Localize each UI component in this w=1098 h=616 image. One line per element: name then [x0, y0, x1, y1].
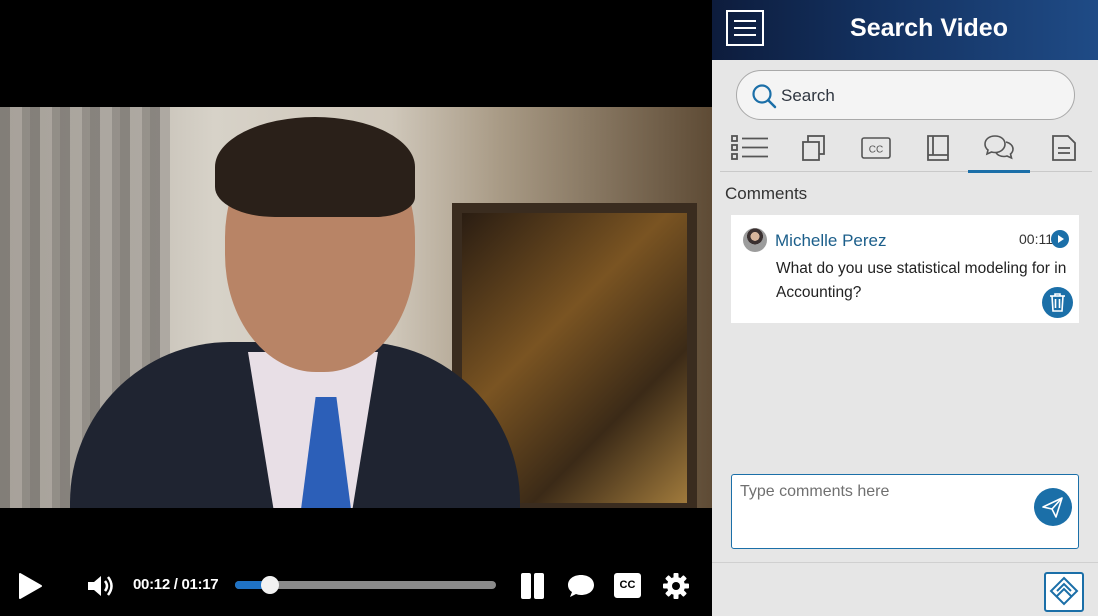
time-readout: 00:12 / 01:17 [133, 576, 219, 593]
comment-play-button[interactable] [1051, 230, 1069, 248]
video-speaker-hair [215, 117, 415, 217]
svg-text:CC: CC [869, 145, 883, 156]
panel-title: Search Video [850, 14, 1008, 42]
captions-button[interactable]: CC [614, 573, 641, 598]
send-comment-button[interactable] [1034, 488, 1072, 526]
comment-card: Michelle Perez 00:11 What do you use sta… [731, 215, 1079, 323]
list-icon [731, 135, 768, 160]
split-view-button[interactable] [520, 572, 546, 600]
panel-footer [712, 562, 1098, 616]
panel-tabs: CC [720, 128, 1092, 173]
brand-logo[interactable] [1044, 572, 1084, 612]
comment-icon [568, 575, 594, 597]
document-icon [1052, 135, 1076, 161]
gear-icon [663, 573, 689, 599]
play-button[interactable] [16, 571, 44, 601]
comments-icon [984, 135, 1014, 160]
send-icon [1042, 497, 1063, 518]
copy-icon [802, 135, 825, 161]
search-input[interactable] [781, 83, 1051, 109]
menu-button[interactable] [726, 10, 764, 46]
book-icon [927, 135, 949, 161]
comment-text: What do you use statistical modeling for… [776, 260, 1067, 301]
avatar [743, 228, 767, 252]
comment-author: Michelle Perez [775, 231, 887, 250]
video-player: 00:12 / 01:17 CC [0, 0, 712, 616]
tab-notes[interactable] [1030, 128, 1092, 172]
comment-input[interactable] [740, 483, 1020, 539]
volume-icon [88, 576, 113, 596]
progress-bar[interactable] [235, 576, 496, 594]
search-box[interactable] [736, 70, 1075, 120]
progress-thumb[interactable] [260, 576, 279, 594]
player-controls: 00:12 / 01:17 CC [0, 562, 712, 608]
logo-icon [1049, 576, 1079, 606]
video-frame[interactable] [0, 107, 712, 508]
panel-header: Search Video [712, 0, 1098, 60]
comments-heading: Comments [725, 184, 808, 203]
search-icon [752, 84, 777, 109]
play-icon [19, 573, 42, 599]
settings-button[interactable] [662, 572, 690, 600]
tab-captions[interactable]: CC [844, 128, 906, 172]
trash-icon [1050, 293, 1065, 312]
comment-toggle-button[interactable] [566, 573, 596, 599]
tab-comments[interactable] [968, 128, 1030, 173]
delete-comment-button[interactable] [1042, 287, 1073, 318]
tab-outline[interactable] [720, 128, 782, 172]
comment-composer [731, 474, 1079, 549]
split-view-icon [521, 573, 544, 599]
comment-timestamp[interactable]: 00:11 [1019, 231, 1053, 247]
tab-slides[interactable] [782, 128, 844, 172]
volume-button[interactable] [86, 573, 116, 599]
cc-icon: CC [861, 137, 891, 159]
search-video-panel: Search Video Search CC Comments Michelle… [712, 0, 1098, 616]
tab-bookmarks[interactable] [906, 128, 968, 172]
